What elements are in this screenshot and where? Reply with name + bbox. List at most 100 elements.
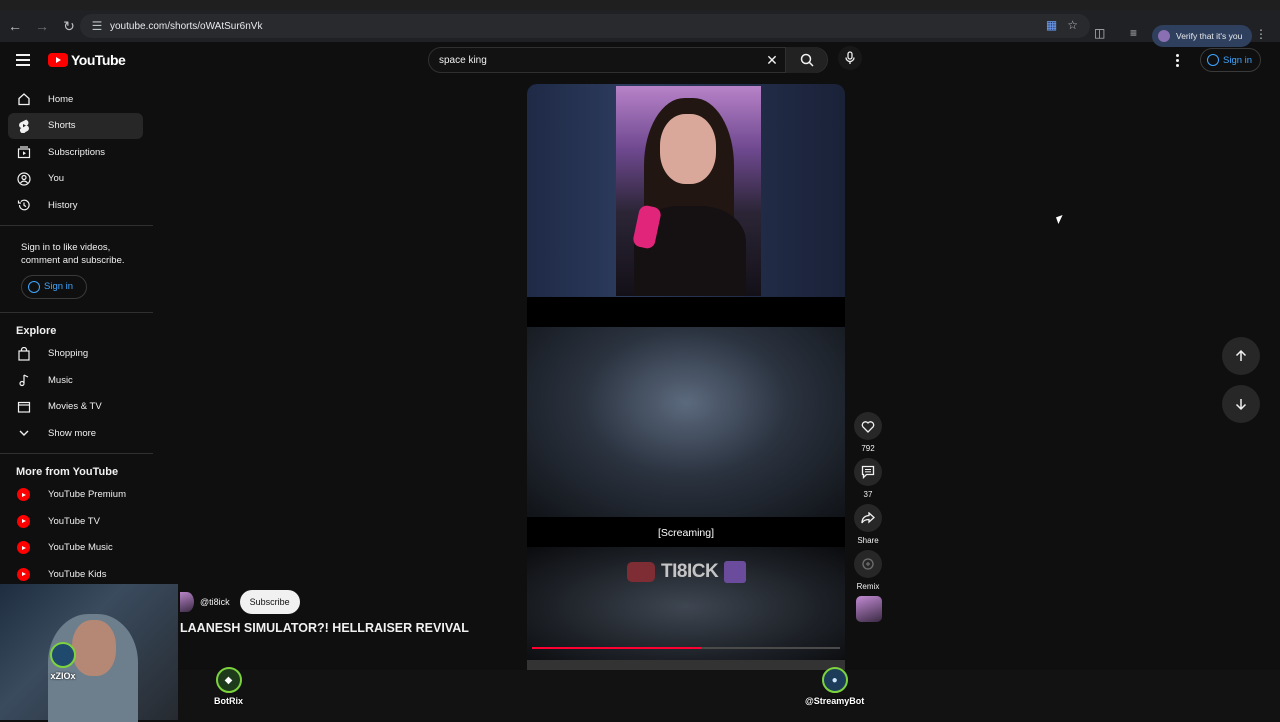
logo-text: YouTube <box>71 52 126 68</box>
streamer-name: xZIOx <box>50 671 76 681</box>
channel-avatar[interactable] <box>856 596 882 622</box>
sidebar-sign-in-button[interactable]: Sign in <box>21 274 87 299</box>
search-icon <box>800 53 814 67</box>
forward-icon[interactable]: → <box>30 14 54 38</box>
site-info-icon[interactable]: ☰ <box>86 19 108 33</box>
search-input[interactable]: space king <box>439 55 759 66</box>
browser-tab-strip <box>0 0 1280 10</box>
video-title: LAANESH SIMULATOR?! HELLRAISER REVIVAL <box>180 621 469 635</box>
remix-button[interactable] <box>854 550 882 578</box>
sidebar-item-youtube-tv[interactable]: YouTube TV <box>8 508 143 535</box>
translate-icon[interactable]: ▦ <box>1046 18 1057 32</box>
sign-in-message: Sign in to like videos, comment and subs… <box>21 241 125 267</box>
address-bar[interactable]: ☰ youtube.com/shorts/oWAtSur6nVk ▦ ☆ <box>80 14 1090 38</box>
channel-avatar-small[interactable] <box>180 592 194 612</box>
header-sign-in-label: Sign in <box>1223 54 1253 66</box>
sidebar-divider <box>0 311 153 313</box>
subscribe-button[interactable]: Subscribe <box>239 590 300 614</box>
streamer-webcam: xZIOx <box>0 584 178 722</box>
mouse-cursor-icon <box>1056 215 1065 224</box>
sidebar-item-shopping[interactable]: Shopping <box>8 341 143 368</box>
watermark-text: TI8ICK <box>661 561 719 582</box>
sidebar-item-label: YouTube Premium <box>48 489 126 501</box>
botrix-avatar: ◆ <box>215 667 242 693</box>
sidebar-divider <box>0 452 153 454</box>
shopping-icon <box>16 346 31 361</box>
sidebar: Home Shorts Subscriptions You History Si… <box>0 86 153 588</box>
sidebar-item-label: Show more <box>48 427 97 439</box>
sidebar-item-subscriptions[interactable]: Subscriptions <box>8 139 143 166</box>
sidebar-item-label: Subscriptions <box>48 146 106 158</box>
youtube-kids-icon <box>17 567 30 581</box>
menu-icon[interactable] <box>16 54 30 69</box>
game-scene <box>527 327 845 517</box>
youtube-logo[interactable]: YouTube <box>48 52 126 68</box>
video-progress-bar[interactable] <box>532 647 840 649</box>
more-from-youtube-heading: More from YouTube <box>16 465 119 478</box>
sidebar-item-home[interactable]: Home <box>8 86 143 113</box>
search-box[interactable]: space king ✕ <box>428 47 828 73</box>
sidebar-item-music[interactable]: Music <box>8 367 143 394</box>
streamer-avatar <box>50 642 76 668</box>
settings-kebab-icon[interactable] <box>1176 54 1180 69</box>
heart-icon <box>861 420 875 433</box>
sidebar-item-label: History <box>48 199 78 211</box>
sidebar-item-shorts[interactable]: Shorts <box>8 112 143 139</box>
back-icon[interactable]: ← <box>3 14 27 38</box>
next-short-preview <box>527 660 845 670</box>
reading-list-icon[interactable]: ≡ <box>1130 26 1137 40</box>
extensions-icon[interactable]: ◫ <box>1094 26 1105 40</box>
video-band <box>527 297 845 327</box>
video-caption: [Screaming] <box>657 527 715 539</box>
streamer-video <box>616 86 761 296</box>
like-button[interactable] <box>854 412 882 440</box>
shorts-player[interactable]: [Screaming] TI8ICK <box>527 84 845 670</box>
youtube-premium-icon <box>17 488 30 502</box>
voice-search-button[interactable] <box>838 46 862 70</box>
url-text[interactable]: youtube.com/shorts/oWAtSur6nVk <box>110 21 262 32</box>
streamybot-badge: ● @StreamyBot <box>805 667 864 706</box>
sidebar-sign-in-label: Sign in <box>44 281 74 292</box>
channel-name[interactable]: @ti8ick <box>200 597 230 607</box>
sidebar-item-label: You <box>48 173 65 185</box>
profile-avatar <box>1158 30 1170 42</box>
shorts-actions: 792 37 Share Remix <box>852 412 886 622</box>
sidebar-item-youtube-premium[interactable]: YouTube Premium <box>8 482 143 509</box>
remix-icon <box>862 558 874 570</box>
botrix-badge: ◆ BotRix <box>214 667 243 706</box>
sidebar-item-you[interactable]: You <box>8 166 143 193</box>
search-button[interactable] <box>785 47 827 73</box>
arrow-up-icon <box>1235 349 1247 361</box>
youtube-music-icon <box>17 541 30 555</box>
previous-short-button[interactable] <box>1222 337 1260 375</box>
reload-icon[interactable]: ↻ <box>57 14 81 38</box>
you-icon <box>16 171 31 186</box>
sidebar-item-history[interactable]: History <box>8 192 143 219</box>
sidebar-divider <box>0 224 153 226</box>
sidebar-show-more[interactable]: Show more <box>8 420 143 447</box>
bookmark-star-icon[interactable]: ☆ <box>1067 18 1078 32</box>
twitch-watermark-icon <box>724 561 747 583</box>
sidebar-item-label: YouTube Kids <box>48 568 107 580</box>
like-count: 792 <box>861 444 875 453</box>
webcam-face <box>72 620 116 676</box>
sidebar-item-label: Movies & TV <box>48 401 102 413</box>
browser-menu-icon[interactable]: ⋮ <box>1255 27 1267 41</box>
share-button[interactable] <box>854 504 882 532</box>
shorts-icon <box>16 118 31 134</box>
comment-count: 37 <box>863 490 873 499</box>
next-short-button[interactable] <box>1222 385 1260 423</box>
explore-heading: Explore <box>16 324 57 337</box>
header-sign-in-button[interactable]: Sign in <box>1200 48 1262 72</box>
sidebar-item-youtube-music[interactable]: YouTube Music <box>8 535 143 562</box>
sidebar-item-label: Home <box>48 93 74 105</box>
channel-watermark: TI8ICK <box>627 561 747 583</box>
comments-button[interactable] <box>854 458 882 486</box>
sidebar-item-movies[interactable]: Movies & TV <box>8 394 143 421</box>
clear-search-icon[interactable]: ✕ <box>759 52 785 69</box>
history-icon <box>16 198 31 213</box>
youtube-play-icon <box>48 53 68 67</box>
streamybot-avatar: ● <box>821 667 848 693</box>
comment-icon <box>861 465 875 479</box>
account-icon <box>28 280 40 293</box>
